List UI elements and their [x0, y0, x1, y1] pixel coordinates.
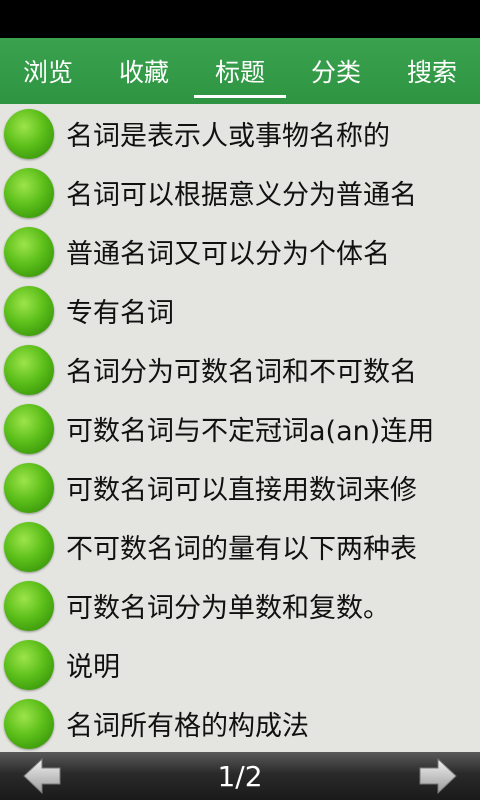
- green-dot-icon: [4, 226, 54, 277]
- page-indicator: 1/2: [217, 759, 263, 793]
- green-dot-icon: [4, 344, 54, 395]
- prev-page-button[interactable]: [22, 756, 62, 796]
- arrow-left-icon: [23, 757, 61, 795]
- list-item[interactable]: 可数名词分为单数和复数。: [0, 576, 480, 635]
- list-item[interactable]: 名词可以根据意义分为普通名: [0, 163, 480, 222]
- list-item[interactable]: 专有名词: [0, 281, 480, 340]
- list-item-label: 名词可以根据意义分为普通名: [66, 180, 417, 211]
- green-dot-icon: [4, 580, 54, 631]
- green-dot-icon: [4, 285, 54, 336]
- arrow-right-icon: [419, 757, 457, 795]
- pager-bar: 1/2: [0, 752, 480, 800]
- green-dot-icon: [4, 698, 54, 749]
- list-item-label: 不可数名词的量有以下两种表: [66, 534, 417, 565]
- tab-bar: 浏览 收藏 标题 分类 搜索: [0, 38, 480, 104]
- list-item[interactable]: 不可数名词的量有以下两种表: [0, 517, 480, 576]
- tab-favorites[interactable]: 收藏: [96, 38, 192, 104]
- green-dot-icon: [4, 167, 54, 218]
- list-item[interactable]: 名词所有格的构成法: [0, 694, 480, 752]
- list-item-label: 名词所有格的构成法: [66, 711, 309, 742]
- next-page-button[interactable]: [418, 756, 458, 796]
- green-dot-icon: [4, 462, 54, 513]
- list-item-label: 可数名词与不定冠词a(an)连用: [66, 416, 435, 447]
- green-dot-icon: [4, 639, 54, 690]
- green-dot-icon: [4, 403, 54, 454]
- list-item-label: 专有名词: [66, 298, 174, 329]
- list-item[interactable]: 名词分为可数名词和不可数名: [0, 340, 480, 399]
- green-dot-icon: [4, 108, 54, 159]
- list-item[interactable]: 可数名词可以直接用数词来修: [0, 458, 480, 517]
- tab-browse[interactable]: 浏览: [0, 38, 96, 104]
- list-item[interactable]: 说明: [0, 635, 480, 694]
- tab-categories[interactable]: 分类: [288, 38, 384, 104]
- green-dot-icon: [4, 521, 54, 572]
- list-item-label: 可数名词分为单数和复数。: [66, 593, 390, 624]
- list-item-label: 说明: [66, 652, 120, 683]
- tab-titles[interactable]: 标题: [192, 38, 288, 104]
- list-item-label: 可数名词可以直接用数词来修: [66, 475, 417, 506]
- list-item-label: 名词是表示人或事物名称的: [66, 121, 390, 152]
- title-list: 名词是表示人或事物名称的 名词可以根据意义分为普通名 普通名词又可以分为个体名 …: [0, 104, 480, 752]
- tab-search[interactable]: 搜索: [384, 38, 480, 104]
- list-item[interactable]: 普通名词又可以分为个体名: [0, 222, 480, 281]
- status-bar: [0, 0, 480, 38]
- list-item-label: 普通名词又可以分为个体名: [66, 239, 390, 270]
- list-item[interactable]: 名词是表示人或事物名称的: [0, 104, 480, 163]
- list-item[interactable]: 可数名词与不定冠词a(an)连用: [0, 399, 480, 458]
- list-item-label: 名词分为可数名词和不可数名: [66, 357, 417, 388]
